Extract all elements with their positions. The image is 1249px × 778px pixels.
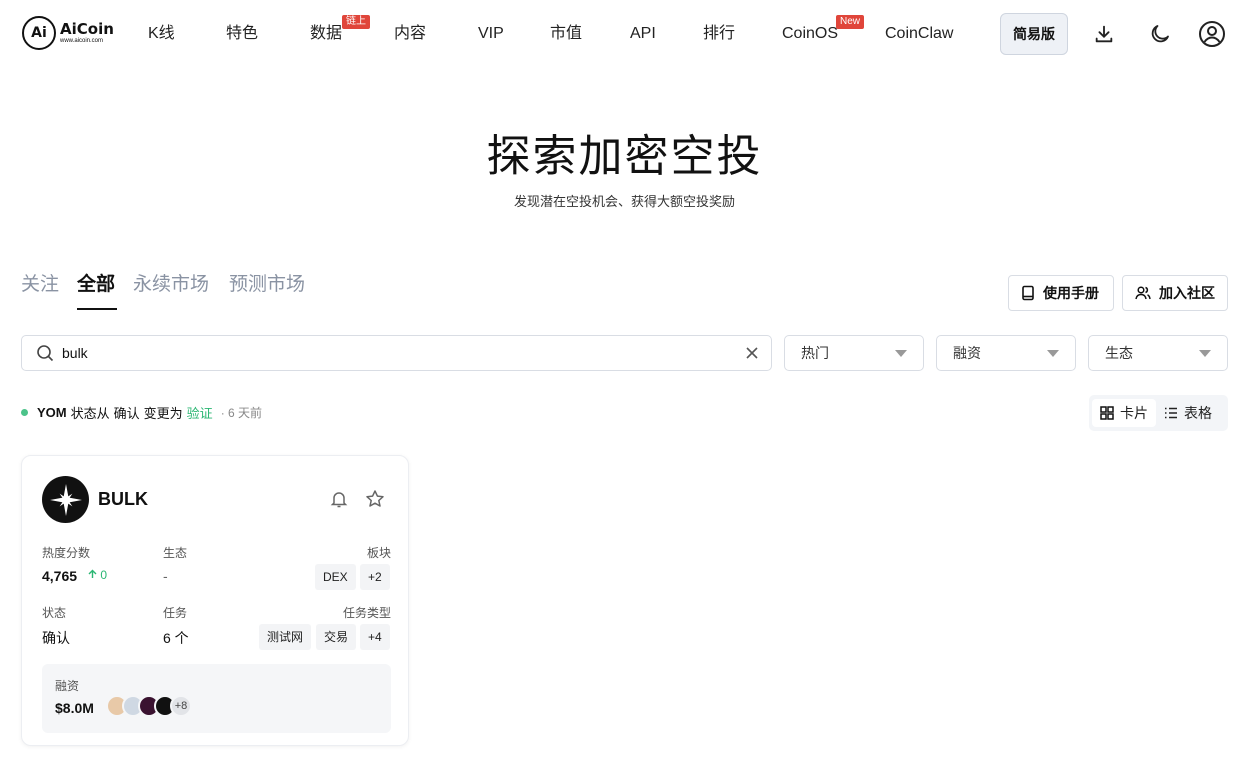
logo-mark: Ai [22,16,56,50]
tasks-label: 任务 [163,606,188,620]
download-icon[interactable] [1090,20,1118,48]
users-icon [1135,286,1151,300]
task-tag: 交易 [316,624,357,650]
nav-vip[interactable]: VIP [478,24,504,44]
status-from-text: 状态从 [70,406,110,421]
simple-mode-button[interactable]: 简易版 [1000,13,1068,55]
bulk-logo [42,476,89,523]
page-title: 探索加密空投 [486,131,763,182]
user-icon[interactable] [1198,20,1226,48]
task-tag-more[interactable]: +4 [360,624,390,650]
join-community-label: 加入社区 [1159,285,1215,301]
task-type-label: 任务类型 [343,606,392,620]
onchain-badge: 链上 [342,15,370,29]
moon-icon[interactable] [1146,20,1174,48]
tasks-value: 6 个 [163,630,189,646]
top-navbar: Ai AiCoin www.aicoin.com K线 特色 数据 链上 内容 … [0,0,1249,70]
project-card[interactable]: BULK 热度分数 4,765 0 生态 - 板块 DEX +2 状态 确认 任… [21,455,409,746]
task-tag: 测试网 [259,624,312,650]
nav-market-cap[interactable]: 市值 [550,24,582,44]
status-dot [21,409,28,416]
funding-select-value: 融资 [953,345,981,361]
project-name: BULK [98,489,148,509]
table-view-button[interactable]: 表格 [1156,399,1220,427]
card-view-button[interactable]: 卡片 [1092,399,1156,427]
ecosystem-select-value: 生态 [1105,345,1133,361]
list-icon [1165,407,1177,419]
view-toggle: 卡片 表格 [1089,395,1228,431]
nav-features[interactable]: 特色 [226,24,258,44]
ecosystem-label: 生态 [163,546,188,560]
status-change-notice: YOM 状态从 确认 变更为 验证 · 6 天前 [21,403,262,422]
heat-score-value: 4,765 [42,568,78,584]
sector-tag-more[interactable]: +2 [360,564,390,590]
new-badge: New [836,15,865,29]
page-subtitle: 发现潜在空投机会、获得大额空投奖励 [513,195,735,210]
logo-url: www.aicoin.com [60,37,104,44]
nav-api[interactable]: API [630,24,656,44]
ecosystem-select[interactable]: 生态 [1088,335,1228,371]
grid-icon [1100,406,1114,420]
nav-coinos[interactable]: CoinOS [782,24,838,44]
logo-name: AiCoin [60,19,114,38]
funding-select[interactable]: 融资 [936,335,1076,371]
funding-box [42,664,391,733]
chevron-down-icon [1199,349,1211,357]
user-manual-label: 使用手册 [1043,285,1099,301]
heat-score-label: 热度分数 [42,546,91,560]
tab-all[interactable]: 全部 [77,272,115,298]
book-icon [1022,285,1034,301]
nav-ranking[interactable]: 排行 [703,24,735,44]
heat-change-value: 0 [100,568,108,582]
card-view-label: 卡片 [1120,405,1148,421]
sector-tag: DEX [315,564,356,590]
status-label: 状态 [42,606,67,620]
tab-prediction-market[interactable]: 预测市场 [229,272,305,298]
funding-label: 融资 [55,679,80,693]
clear-icon[interactable] [745,346,759,360]
status-to: 验证 [186,406,213,421]
chevron-down-icon [895,349,907,357]
nav-kline[interactable]: K线 [148,24,175,44]
status-to-text: 变更为 [143,406,183,421]
user-manual-button[interactable]: 使用手册 [1008,275,1114,311]
join-community-button[interactable]: 加入社区 [1122,275,1228,311]
status-time: · 6 天前 [220,406,263,420]
heat-change: 0 [88,568,107,582]
hot-select-value: 热门 [801,345,829,361]
aicoin-logo[interactable]: Ai AiCoin www.aicoin.com [22,16,114,50]
status-from: 确认 [113,406,140,421]
arrow-up-icon [88,569,97,578]
sector-label: 板块 [367,546,392,560]
tab-following[interactable]: 关注 [21,272,59,298]
bell-icon[interactable] [329,489,349,509]
search-icon [37,345,54,362]
funding-value: $8.0M [55,700,94,716]
search-input[interactable] [60,344,745,362]
status-project[interactable]: YOM [37,405,67,420]
active-tab-indicator [77,308,117,310]
investors-more[interactable]: +8 [170,695,192,717]
hot-select[interactable]: 热门 [784,335,924,371]
ecosystem-value: - [163,568,168,584]
nav-coinclaw[interactable]: CoinClaw [885,24,953,44]
table-view-label: 表格 [1184,405,1212,421]
star-icon[interactable] [365,489,385,509]
chevron-down-icon [1047,349,1059,357]
nav-data[interactable]: 数据 [310,24,342,44]
search-box [21,335,772,371]
nav-content[interactable]: 内容 [394,24,426,44]
status-value: 确认 [42,630,70,646]
tab-perpetual-market[interactable]: 永续市场 [133,272,209,298]
